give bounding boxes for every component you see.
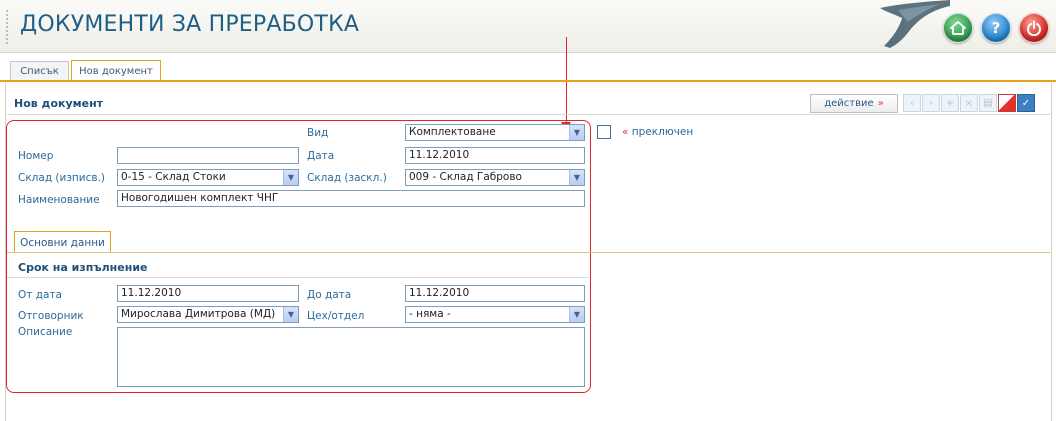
tab-main-data-label: Основни данни xyxy=(20,236,105,249)
tab-list[interactable]: Списък xyxy=(10,61,69,81)
switched-link[interactable]: « преключен xyxy=(622,126,693,138)
dept-value: - няма - xyxy=(409,308,451,320)
tab-list-label: Списък xyxy=(20,66,59,77)
chevron-down-icon: ▼ xyxy=(569,307,584,322)
print-icon[interactable]: ▤ xyxy=(979,94,997,112)
prev-icon[interactable]: ‹ xyxy=(903,94,921,112)
name-field[interactable]: Новогодишен комплект ЧНГ xyxy=(117,190,585,207)
power-icon[interactable] xyxy=(1019,13,1049,43)
responsible-label: Отговорник xyxy=(18,310,84,322)
chevron-down-icon: ▼ xyxy=(569,125,584,140)
description-label: Описание xyxy=(18,326,73,338)
header-grip xyxy=(6,10,10,44)
sklad-in-value: 009 - Склад Габрово xyxy=(409,171,522,183)
action-button[interactable]: действие » xyxy=(810,94,898,113)
switched-prefix: « xyxy=(622,126,629,138)
home-icon[interactable] xyxy=(943,13,973,43)
dept-select[interactable]: - няма - ▼ xyxy=(405,306,585,323)
subtab-underline xyxy=(7,252,1050,253)
help-icon[interactable]: ? xyxy=(981,13,1011,43)
data-field[interactable]: 11.12.2010 xyxy=(405,147,585,164)
section-separator xyxy=(7,114,1050,115)
tab-new-document[interactable]: Нов документ xyxy=(71,60,161,81)
to-date-field[interactable]: 11.12.2010 xyxy=(405,285,585,302)
responsible-select[interactable]: Мирослава Димитрова (МД) ▼ xyxy=(117,306,299,323)
chevron-down-icon: ▼ xyxy=(569,170,584,185)
from-date-label: От дата xyxy=(18,289,62,301)
data-label: Дата xyxy=(307,150,335,162)
cancel-icon[interactable] xyxy=(998,94,1016,112)
vid-label: Вид xyxy=(307,127,329,139)
term-separator xyxy=(7,277,589,278)
dept-label: Цех/отдел xyxy=(307,310,365,322)
to-date-label: До дата xyxy=(307,289,352,301)
section-title: Нов документ xyxy=(14,97,104,110)
description-field[interactable] xyxy=(117,327,585,387)
sklad-out-select[interactable]: 0-15 - Склад Стоки ▼ xyxy=(117,169,299,186)
nomer-field[interactable] xyxy=(117,147,299,164)
tabs-underline xyxy=(0,80,1056,82)
page-title: ДОКУМЕНТИ ЗА ПРЕРАБОТКА xyxy=(20,12,360,37)
tab-main-data[interactable]: Основни данни xyxy=(14,231,111,253)
add-icon[interactable]: + xyxy=(941,94,959,112)
tab-new-document-label: Нов документ xyxy=(79,65,153,77)
help-symbol: ? xyxy=(991,19,1001,37)
next-icon[interactable]: › xyxy=(922,94,940,112)
sklad-out-value: 0-15 - Склад Стоки xyxy=(121,171,226,183)
save-icon[interactable]: ✓ xyxy=(1017,94,1035,112)
sklad-out-label: Склад (изписв.) xyxy=(18,172,106,184)
switched-label: преключен xyxy=(631,126,694,138)
delete-icon[interactable]: × xyxy=(960,94,978,112)
from-date-field[interactable]: 11.12.2010 xyxy=(117,285,299,302)
switched-checkbox[interactable] xyxy=(597,125,611,139)
responsible-value: Мирослава Димитрова (МД) xyxy=(121,308,276,320)
sklad-in-label: Склад (заскл.) xyxy=(307,172,387,184)
chevron-down-icon: ▼ xyxy=(283,170,298,185)
vid-value: Комплектоване xyxy=(409,126,496,138)
app-header: ДОКУМЕНТИ ЗА ПРЕРАБОТКА ? xyxy=(0,0,1056,53)
vid-select[interactable]: Комплектоване ▼ xyxy=(405,124,585,141)
action-suffix: » xyxy=(877,98,884,109)
action-label: действие xyxy=(824,98,874,109)
term-title: Срок на изпълнение xyxy=(18,261,148,274)
sklad-in-select[interactable]: 009 - Склад Габрово ▼ xyxy=(405,169,585,186)
name-label: Наименование xyxy=(18,194,100,206)
nomer-label: Номер xyxy=(18,150,54,162)
bird-logo xyxy=(880,0,950,48)
chevron-down-icon: ▼ xyxy=(283,307,298,322)
